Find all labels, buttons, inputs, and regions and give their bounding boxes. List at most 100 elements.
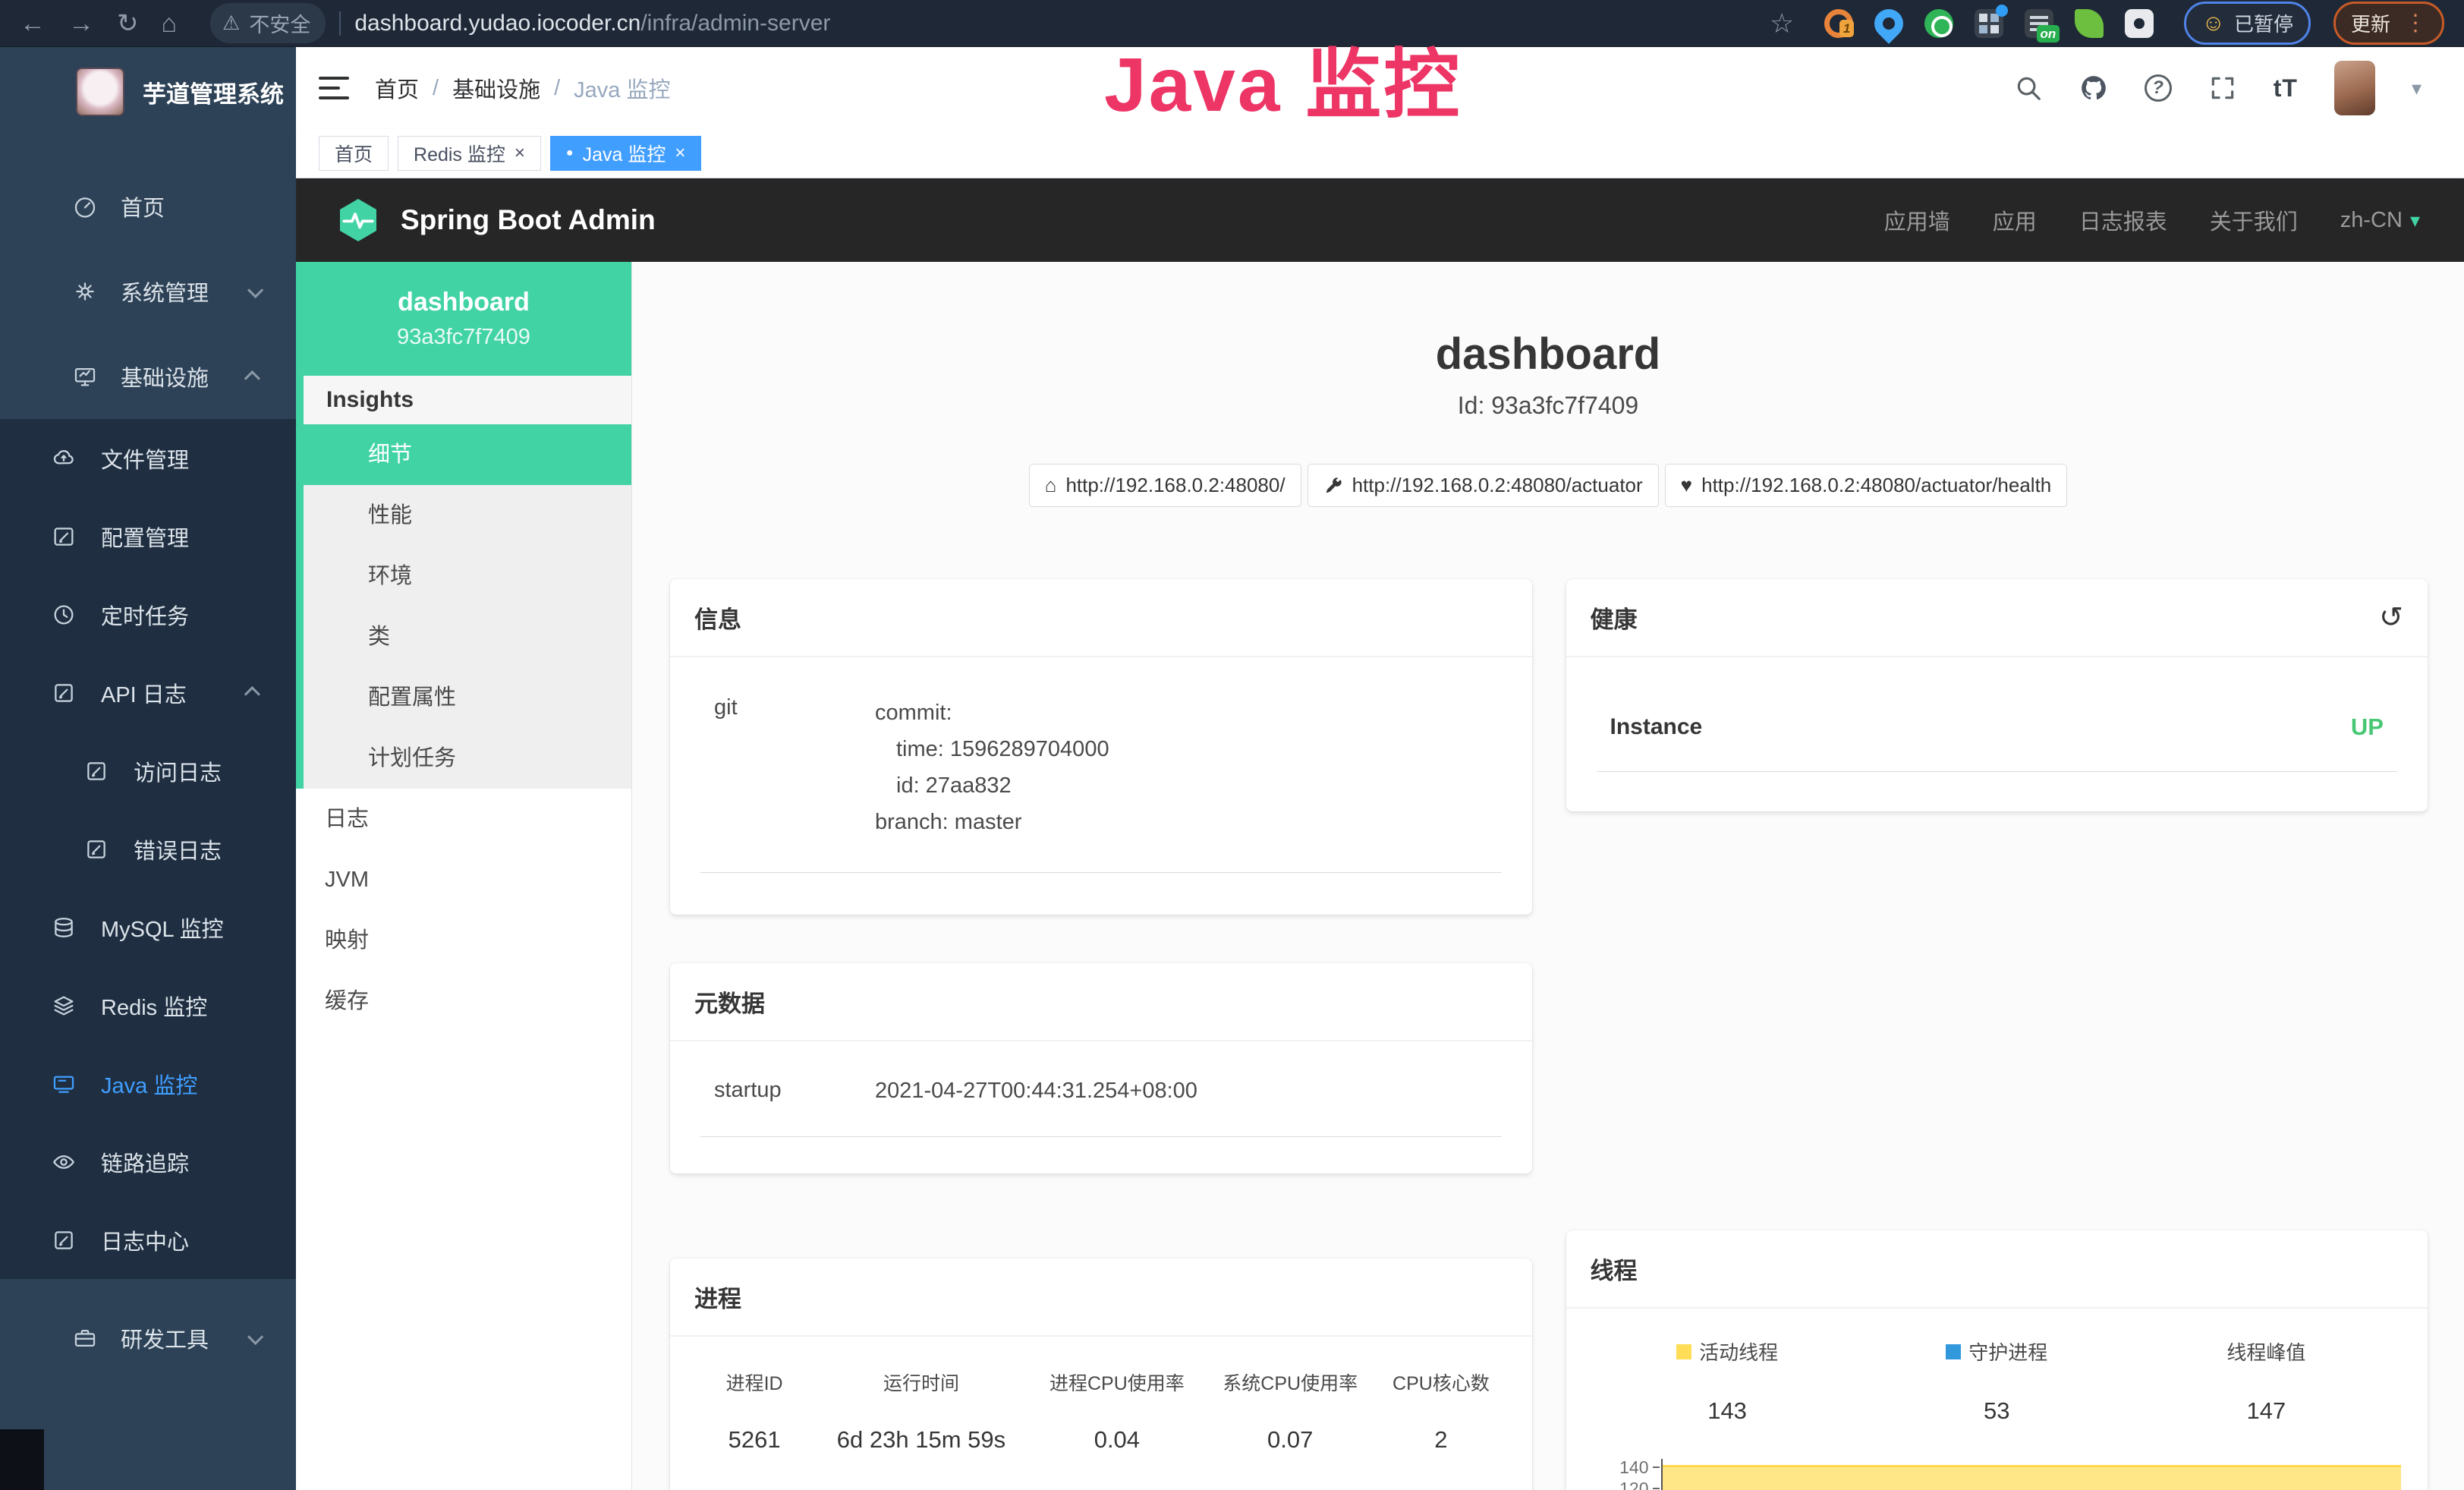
hamburger-icon[interactable] — [319, 77, 349, 99]
browser-update-button[interactable]: 更新 ⋮ — [2333, 2, 2444, 45]
breadcrumb-item[interactable]: 基础设施 — [452, 72, 540, 104]
sidebar-item-access-log[interactable]: 访问日志 — [0, 732, 296, 810]
metadata-value: 2021-04-27T00:44:31.254+08:00 — [875, 1078, 1197, 1104]
legend-item-daemon: 守护进程 — [1862, 1337, 2132, 1366]
sidebar-item-job[interactable]: 定时任务 — [0, 575, 296, 654]
sidebar-item-java[interactable]: Java 监控 — [0, 1044, 296, 1123]
back-icon[interactable]: ← — [20, 11, 46, 36]
sidebar-item-label: 定时任务 — [101, 599, 189, 631]
service-url-button[interactable]: ⌂ http://192.168.0.2:48080/ — [1029, 464, 1301, 507]
chevron-down-icon: ▾ — [2410, 209, 2420, 232]
extension-green-circle-icon[interactable] — [1924, 9, 1953, 38]
home-icon: ⌂ — [1045, 474, 1057, 497]
eye-icon — [51, 1149, 77, 1175]
sidebar-item-trace[interactable]: 链路追踪 — [0, 1123, 296, 1201]
sidebar-item-label: 日志中心 — [101, 1224, 189, 1256]
sidebar-item-label: 配置管理 — [101, 521, 189, 553]
sba-brand[interactable]: Spring Boot Admin — [334, 196, 656, 244]
chevron-down-icon — [247, 282, 263, 298]
browser-home-icon[interactable]: ⌂ — [162, 11, 178, 36]
app-logo-row[interactable]: 芋道管理系统 — [0, 47, 296, 137]
help-icon[interactable]: ? — [2145, 74, 2172, 102]
search-icon[interactable] — [2014, 74, 2043, 102]
extension-grid-icon[interactable] — [1975, 9, 2003, 38]
breadcrumb-item-current: Java 监控 — [574, 72, 670, 104]
sba-item-mappings[interactable]: 映射 — [296, 910, 631, 971]
sba-instance-block[interactable]: dashboard 93a3fc7f7409 — [296, 262, 631, 376]
sba-locale-select[interactable]: zh-CN ▾ — [2340, 208, 2420, 233]
avatar-caret-icon[interactable]: ▾ — [2412, 77, 2422, 100]
forward-icon[interactable]: → — [68, 11, 94, 36]
sidebar-item-label: 访问日志 — [134, 755, 222, 787]
health-row-instance[interactable]: Instance UP — [1597, 704, 2398, 772]
sidebar-item-config[interactable]: 配置管理 — [0, 497, 296, 575]
git-branch-line: branch: master — [875, 805, 1109, 841]
tab-home[interactable]: 首页 — [319, 136, 389, 171]
extension-leaf-icon[interactable] — [2075, 9, 2104, 38]
bookmark-star-icon[interactable]: ☆ — [1770, 10, 1794, 37]
profile-paused-badge[interactable]: ☺ 已暂停 — [2184, 2, 2311, 45]
sba-item-caches[interactable]: 缓存 — [296, 971, 631, 1032]
sba-item-classes[interactable]: 类 — [304, 606, 631, 667]
chart-plot-area — [1661, 1459, 2402, 1490]
sba-item-jvm[interactable]: JVM — [296, 849, 631, 910]
peak-threads-value: 147 — [2132, 1397, 2401, 1425]
extension-orange-icon[interactable]: 1 — [1824, 9, 1853, 38]
actuator-url-button[interactable]: http://192.168.0.2:48080/actuator — [1308, 464, 1659, 507]
sidebar-item-redis[interactable]: Redis 监控 — [0, 966, 296, 1044]
sba-item-details[interactable]: 细节 — [304, 424, 631, 485]
column-header: 进程CPU使用率 — [1031, 1369, 1204, 1396]
health-url-button[interactable]: ♥ http://192.168.0.2:48080/actuator/heal… — [1665, 464, 2068, 507]
sidebar-item-devtools[interactable]: 研发工具 — [0, 1296, 296, 1381]
github-icon[interactable] — [2079, 74, 2108, 102]
extension-switch-icon[interactable]: on — [2025, 9, 2053, 38]
sidebar-item-label: Redis 监控 — [101, 990, 207, 1022]
close-icon[interactable]: × — [675, 143, 685, 164]
history-icon[interactable]: ↺ — [2379, 603, 2403, 632]
edit-square-icon — [51, 524, 77, 550]
extension-on-badge: on — [2037, 25, 2060, 43]
extension-pin-icon[interactable] — [1868, 3, 1909, 44]
page-url[interactable]: dashboard.yudao.iocoder.cn/infra/admin-s… — [354, 11, 830, 36]
main-column: 首页 / 基础设施 / Java 监控 ? tT ▾ — [296, 47, 2464, 1490]
browser-menu-icon[interactable]: ⋮ — [2404, 10, 2427, 36]
sba-item-logs[interactable]: 日志 — [296, 789, 631, 849]
sidebar-item-error-log[interactable]: 错误日志 — [0, 810, 296, 888]
sidebar-item-file[interactable]: 文件管理 — [0, 419, 296, 497]
omnibox-divider — [339, 11, 341, 36]
sba-nav-about[interactable]: 关于我们 — [2210, 204, 2298, 236]
sidebar-item-system[interactable]: 系统管理 — [0, 249, 296, 334]
metadata-key: startup — [700, 1078, 875, 1104]
close-icon[interactable]: × — [515, 143, 525, 164]
fullscreen-icon[interactable] — [2208, 74, 2237, 102]
extensions-menu-icon[interactable] — [2125, 9, 2154, 38]
security-chip[interactable]: ⚠ 不安全 — [210, 3, 326, 43]
threads-card-body: 活动线程 守护进程 线程峰值 — [1566, 1309, 2428, 1490]
sidebar-item-log-center[interactable]: 日志中心 — [0, 1201, 296, 1279]
sba-nav-journal[interactable]: 日志报表 — [2079, 204, 2167, 236]
breadcrumb-item[interactable]: 首页 — [375, 72, 419, 104]
sidebar-item-infra[interactable]: 基础设施 — [0, 334, 296, 419]
sidebar-item-label: 基础设施 — [121, 361, 209, 392]
tab-java[interactable]: ● Java 监控 × — [550, 136, 701, 171]
sba-logo-icon — [334, 196, 382, 244]
font-size-icon[interactable]: tT — [2274, 74, 2298, 102]
user-avatar[interactable] — [2334, 61, 2375, 115]
sba-item-scheduled[interactable]: 计划任务 — [304, 728, 631, 789]
threads-card-header: 线程 — [1566, 1230, 2428, 1309]
address-bar[interactable]: ⚠ 不安全 dashboard.yudao.iocoder.cn/infra/a… — [210, 3, 830, 43]
reload-icon[interactable]: ↻ — [117, 11, 139, 36]
sidebar-item-home[interactable]: 首页 — [0, 164, 296, 249]
sba-item-configprops[interactable]: 配置属性 — [304, 667, 631, 728]
sba-item-env[interactable]: 环境 — [304, 546, 631, 606]
sba-nav-applications[interactable]: 应用 — [1993, 204, 2037, 236]
tab-redis[interactable]: Redis 监控 × — [398, 136, 541, 171]
sidebar-item-mysql[interactable]: MySQL 监控 — [0, 888, 296, 966]
log-edit-icon — [51, 680, 77, 706]
sba-item-metrics[interactable]: 性能 — [304, 485, 631, 546]
health-card-header: 健康 ↺ — [1566, 579, 2428, 657]
sba-nav-wallboard[interactable]: 应用墙 — [1884, 204, 1950, 236]
sidebar-item-api-log[interactable]: API 日志 — [0, 654, 296, 732]
question-glyph: ? — [2152, 77, 2163, 99]
info-card-body: git commit: time: 1596289704000 id: 27aa… — [670, 657, 1532, 915]
